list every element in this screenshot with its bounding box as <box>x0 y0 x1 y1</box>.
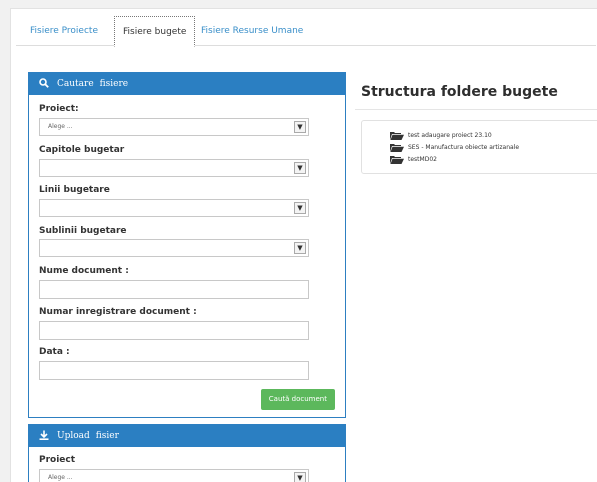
chevron-down-icon[interactable]: ▼ <box>294 472 306 482</box>
proiect-label: Proiect: <box>39 104 79 114</box>
proiect-select-value: Alege ... <box>48 123 73 130</box>
sublinii-label: Sublinii bugetare <box>39 226 127 236</box>
sublinii-select[interactable]: ▼ <box>39 239 309 257</box>
folder-open-icon <box>390 131 404 140</box>
upload-panel-title-1: Upload <box>57 431 90 441</box>
folder-item-label: test adaugare proiect 23.10 <box>408 132 492 139</box>
upload-proiect-select[interactable]: Alege ... ▼ <box>39 469 309 482</box>
data-input[interactable] <box>39 361 309 380</box>
nume-document-input[interactable] <box>39 280 309 299</box>
upload-panel: Upload fisier Proiect Alege ... ▼ <box>28 424 346 482</box>
upload-panel-title-2: fisier <box>95 431 119 441</box>
chevron-down-icon[interactable]: ▼ <box>294 162 306 174</box>
search-panel: Cautare fisiere Proiect: Alege ... ▼ Cap… <box>28 72 346 418</box>
chevron-down-icon[interactable]: ▼ <box>294 121 306 133</box>
folder-item[interactable]: SES - Manufactura obiecte artizanale <box>390 143 519 152</box>
folder-tree: test adaugare proiect 23.10 SES - Manufa… <box>361 120 597 174</box>
folder-open-icon <box>390 143 404 152</box>
folder-item-label: SES - Manufactura obiecte artizanale <box>408 144 520 151</box>
upload-panel-header: Upload fisier <box>29 425 345 447</box>
search-panel-title-2: fisiere <box>99 79 129 89</box>
upload-proiect-label: Proiect <box>39 455 76 465</box>
search-panel-header: Cautare fisiere <box>29 73 345 95</box>
upload-proiect-select-value: Alege ... <box>48 474 73 481</box>
structure-title: Structura foldere bugete <box>361 84 558 100</box>
tab-bar: Fisiere Proiecte Fisiere bugete Fisiere … <box>16 16 596 47</box>
linii-select[interactable]: ▼ <box>39 199 309 217</box>
cauta-document-button[interactable]: Caută document <box>260 389 335 410</box>
capitole-label: Capitole bugetar <box>39 145 125 155</box>
chevron-down-icon[interactable]: ▼ <box>294 242 306 254</box>
numar-inregistrare-label: Numar inregistrare document : <box>39 307 197 317</box>
tab-fisiere-proiecte[interactable]: Fisiere Proiecte <box>30 16 98 46</box>
tab-fisiere-bugete[interactable]: Fisiere bugete <box>114 16 196 47</box>
folder-item-label: testMD02 <box>408 156 437 163</box>
capitole-select[interactable]: ▼ <box>39 159 309 177</box>
nume-document-label: Nume document : <box>39 266 129 276</box>
proiect-select[interactable]: Alege ... ▼ <box>39 118 309 136</box>
folder-item[interactable]: testMD02 <box>390 155 437 164</box>
search-icon <box>39 77 49 91</box>
divider <box>355 109 597 110</box>
search-panel-title-1: Cautare <box>57 79 94 89</box>
data-label: Data : <box>39 347 70 357</box>
numar-inregistrare-input[interactable] <box>39 321 309 340</box>
chevron-down-icon[interactable]: ▼ <box>294 202 306 214</box>
folder-open-icon <box>390 155 404 164</box>
tab-fisiere-resurse-umane[interactable]: Fisiere Resurse Umane <box>201 16 303 46</box>
folder-item[interactable]: test adaugare proiect 23.10 <box>390 131 492 140</box>
linii-label: Linii bugetare <box>39 185 110 195</box>
download-icon <box>39 430 49 443</box>
